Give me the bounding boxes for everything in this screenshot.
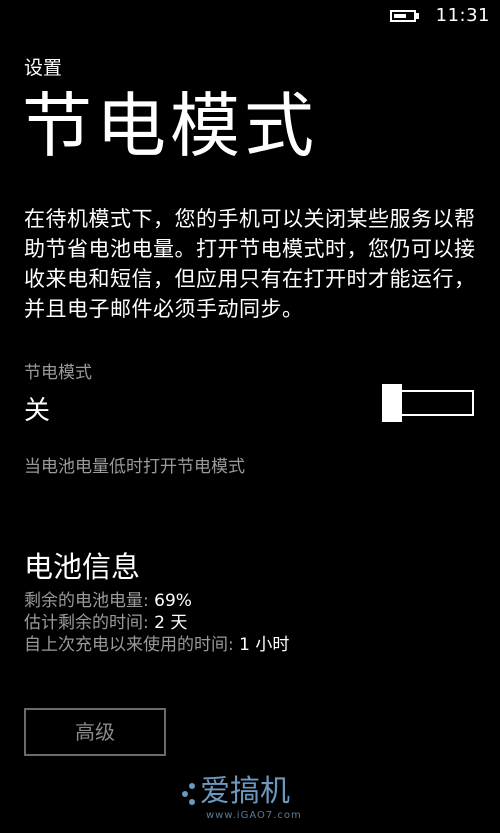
status-time: 11:31 [435,5,490,26]
battery-saver-state: 关 [24,396,51,426]
time-since-charge-row: 自上次充电以来使用的时间: 1 小时 [24,634,289,656]
toggle-thumb [382,384,402,422]
battery-info-title: 电池信息 [24,550,141,584]
low-battery-option[interactable]: 当电池电量低时打开节电模式 [24,455,245,479]
info-label: 剩余的电池电量: [24,591,155,611]
battery-tip [416,13,419,19]
battery-icon [390,10,416,22]
status-bar: 11:31 [0,0,500,34]
battery-remaining-row: 剩余的电池电量: 69% [24,590,289,612]
info-label: 估计剩余的时间: [24,613,155,633]
page-title: 节电模式 [22,85,318,167]
info-label: 自上次充电以来使用的时间: [24,635,240,655]
watermark-url: www.iGAO7.com [206,810,302,821]
watermark-dots-icon [182,783,195,805]
estimated-time-row: 估计剩余的时间: 2 天 [24,612,289,634]
info-value: 1 小时 [239,635,290,655]
battery-saver-toggle[interactable] [382,384,476,422]
toggle-track [396,390,474,416]
breadcrumb: 设置 [24,57,63,79]
description-text: 在待机模式下，您的手机可以关闭某些服务以帮助节省电池电量。打开节电模式时，您仍可… [24,207,476,321]
battery-fill [394,14,406,18]
watermark-brand: 爱搞机 [200,774,290,809]
watermark-logo: 爱搞机 www.iGAO7.com [176,768,336,828]
advanced-button[interactable]: 高级 [24,708,166,756]
info-value: 69% [154,591,192,611]
battery-info-list: 剩余的电池电量: 69% 估计剩余的时间: 2 天 自上次充电以来使用的时间: … [24,590,289,656]
info-value: 2 天 [154,613,188,633]
battery-saver-label: 节电模式 [24,363,92,383]
